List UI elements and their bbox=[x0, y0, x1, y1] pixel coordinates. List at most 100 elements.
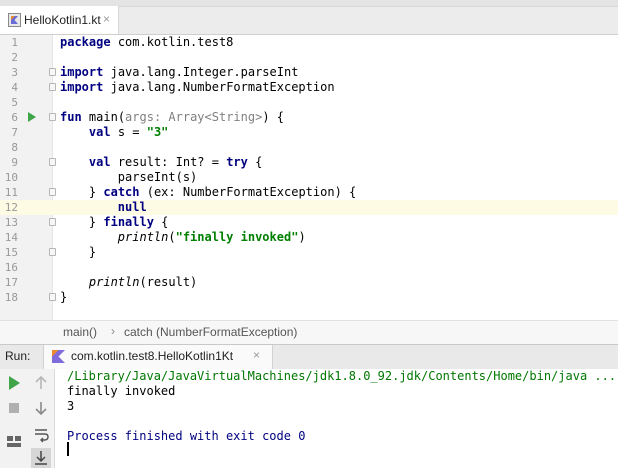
keyword: fun bbox=[60, 110, 82, 124]
code-text: parseInt(s) bbox=[60, 170, 197, 185]
fold-marker-icon[interactable] bbox=[49, 158, 56, 166]
code-line: 6 fun main(args: Array<String>) { bbox=[0, 110, 618, 125]
fold-marker-icon[interactable] bbox=[49, 218, 56, 226]
code-text: } bbox=[60, 245, 96, 260]
line-number: 18 bbox=[4, 291, 18, 304]
console-output[interactable]: /Library/Java/JavaVirtualMachines/jdk1.8… bbox=[55, 369, 618, 468]
line-number: 12 bbox=[4, 201, 18, 214]
code-editor[interactable]: 1 package com.kotlin.test8 2 3 import ja… bbox=[0, 35, 618, 320]
function-name: main( bbox=[88, 110, 126, 124]
run-panel-label: Run: bbox=[5, 349, 31, 363]
line-number: 3 bbox=[11, 66, 18, 79]
code-token: s = bbox=[117, 125, 147, 139]
rerun-icon[interactable] bbox=[4, 373, 24, 393]
code-line: 2 bbox=[0, 50, 618, 65]
string-literal: "3" bbox=[146, 125, 169, 139]
line-number: 16 bbox=[4, 261, 18, 274]
package-name: com.kotlin.test8 bbox=[117, 35, 234, 49]
close-tab-icon[interactable]: × bbox=[103, 12, 110, 26]
editor-tab-strip: HelloKotlin1.kt × bbox=[0, 0, 618, 35]
line-number: 8 bbox=[11, 141, 18, 154]
fold-marker-icon[interactable] bbox=[49, 113, 56, 121]
code-line: 5 bbox=[0, 95, 618, 110]
stop-icon[interactable] bbox=[4, 398, 24, 418]
code-token: (result) bbox=[139, 275, 198, 289]
code-text: } catch (ex: NumberFormatException) { bbox=[60, 185, 356, 200]
code-line: 3 import java.lang.Integer.parseInt bbox=[0, 65, 618, 80]
code-line: 15 } bbox=[0, 245, 618, 260]
keyword: null bbox=[117, 200, 147, 214]
fold-marker-icon[interactable] bbox=[49, 188, 56, 196]
line-number: 5 bbox=[11, 96, 18, 109]
code-token: } bbox=[88, 215, 97, 229]
breadcrumb-item-catch[interactable]: catch (NumberFormatException) bbox=[124, 325, 297, 339]
keyword: finally bbox=[103, 215, 154, 229]
code-token: ( bbox=[168, 230, 176, 244]
function-call: println bbox=[88, 275, 140, 289]
fold-marker-icon[interactable] bbox=[49, 248, 56, 256]
line-number: 1 bbox=[11, 36, 18, 49]
keyword: package bbox=[60, 35, 111, 49]
code-text: import java.lang.Integer.parseInt bbox=[60, 65, 298, 80]
console-output-line: finally invoked bbox=[67, 384, 176, 398]
chevron-right-icon: › bbox=[111, 324, 115, 338]
code-line: 18 } bbox=[0, 290, 618, 305]
line-number: 10 bbox=[4, 171, 18, 184]
code-token: ) { bbox=[262, 110, 285, 124]
keyword: val bbox=[88, 125, 111, 139]
code-text: fun main(args: Array<String>) { bbox=[60, 110, 284, 125]
code-token: } bbox=[88, 245, 97, 259]
line-number: 17 bbox=[4, 276, 18, 289]
code-token: parseInt(s) bbox=[117, 170, 198, 184]
line-number: 4 bbox=[11, 81, 18, 94]
console-command-line: /Library/Java/JavaVirtualMachines/jdk1.8… bbox=[67, 369, 617, 383]
console-exit-message: Process finished with exit code 0 bbox=[67, 429, 306, 443]
code-text: } bbox=[60, 290, 67, 305]
code-line: 9 val result: Int? = try { bbox=[0, 155, 618, 170]
code-line: 10 parseInt(s) bbox=[0, 170, 618, 185]
code-text: val s = "3" bbox=[60, 125, 169, 140]
code-line: 8 bbox=[0, 140, 618, 155]
parameter-hint: args: Array<String> bbox=[125, 110, 263, 124]
code-token: } bbox=[88, 185, 97, 199]
up-arrow-icon[interactable] bbox=[31, 373, 51, 393]
tab-hellokotlin1[interactable]: HelloKotlin1.kt × bbox=[0, 6, 119, 34]
code-text: val result: Int? = try { bbox=[60, 155, 262, 170]
soft-wrap-icon[interactable] bbox=[31, 424, 51, 444]
code-text: package com.kotlin.test8 bbox=[60, 35, 233, 50]
code-line: 16 bbox=[0, 260, 618, 275]
tab-filename: HelloKotlin1.kt bbox=[24, 13, 101, 27]
code-text: println(result) bbox=[60, 275, 197, 290]
code-line: 11 } catch (ex: NumberFormatException) { bbox=[0, 185, 618, 200]
code-line: 13 } finally { bbox=[0, 215, 618, 230]
text-caret bbox=[67, 442, 69, 456]
line-number: 7 bbox=[11, 126, 18, 139]
code-token: result: Int? = bbox=[117, 155, 227, 169]
scroll-to-end-icon[interactable] bbox=[31, 448, 51, 468]
fold-marker-icon[interactable] bbox=[49, 83, 56, 91]
code-line: 4 import java.lang.NumberFormatException bbox=[0, 80, 618, 95]
code-token: { bbox=[247, 155, 263, 169]
run-gutter-icon[interactable] bbox=[28, 112, 36, 122]
keyword: catch bbox=[103, 185, 140, 199]
layout-icon[interactable] bbox=[4, 431, 24, 451]
fold-marker-icon[interactable] bbox=[49, 293, 56, 301]
line-number: 11 bbox=[4, 186, 18, 199]
down-arrow-icon[interactable] bbox=[31, 398, 51, 418]
breadcrumb: main() › catch (NumberFormatException) bbox=[0, 320, 618, 345]
code-line: 14 println("finally invoked") bbox=[0, 230, 618, 245]
import-path: java.lang.NumberFormatException bbox=[110, 80, 335, 94]
breadcrumb-item-main[interactable]: main() bbox=[63, 325, 97, 339]
tab-run-configuration[interactable]: com.kotlin.test8.HelloKotlin1Kt × bbox=[43, 345, 273, 369]
code-text: null bbox=[60, 200, 147, 215]
string-literal: "finally invoked" bbox=[175, 230, 299, 244]
line-number: 9 bbox=[11, 156, 18, 169]
close-run-tab-icon[interactable]: × bbox=[253, 348, 260, 362]
fold-marker-icon[interactable] bbox=[49, 68, 56, 76]
code-text: } finally { bbox=[60, 215, 169, 230]
code-line: 7 val s = "3" bbox=[0, 125, 618, 140]
code-line: 17 println(result) bbox=[0, 275, 618, 290]
code-token: (ex: NumberFormatException) { bbox=[139, 185, 357, 199]
line-number: 15 bbox=[4, 246, 18, 259]
code-token: } bbox=[60, 290, 68, 304]
